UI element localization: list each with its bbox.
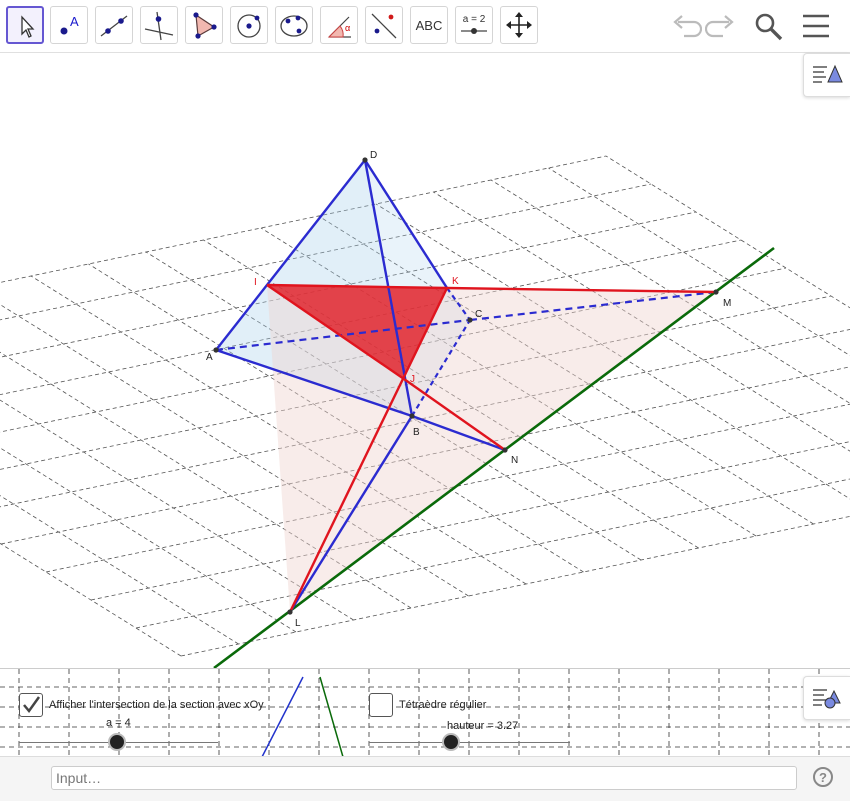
- point-d[interactable]: [362, 157, 367, 162]
- label-n: N: [511, 455, 518, 466]
- point-tool-label: A: [70, 14, 79, 29]
- grid-line: [0, 348, 181, 656]
- line-through-points-icon: [96, 7, 132, 43]
- graphics-2d-view[interactable]: Afficher l'intersection de la section av…: [0, 668, 850, 757]
- intersection-checkbox[interactable]: [19, 693, 43, 717]
- algebra-input-bar: [0, 756, 850, 801]
- line-tool-button[interactable]: [95, 6, 133, 44]
- move-tool-button[interactable]: [6, 6, 44, 44]
- slider-a-knob[interactable]: [108, 733, 126, 751]
- conic-tool-button[interactable]: [275, 6, 313, 44]
- 2d-background: [0, 669, 850, 757]
- label-k: K: [452, 276, 459, 287]
- 2d-line-green: [320, 677, 343, 757]
- ellipse-icon: [276, 7, 312, 43]
- section-plane: [267, 285, 716, 612]
- slider-a-label: a = 4: [106, 717, 131, 729]
- 3d-scene: A B C D I J K L M N: [0, 53, 850, 668]
- 2d-line-blue: [262, 677, 303, 757]
- label-l: L: [295, 618, 301, 629]
- style-bar-3d-icon: [804, 54, 850, 96]
- 2d-view-style-bar-toggle[interactable]: [803, 676, 850, 720]
- redo-icon[interactable]: [705, 10, 737, 42]
- point-m[interactable]: [713, 289, 718, 294]
- 3d-view-style-bar-toggle[interactable]: [803, 53, 850, 97]
- slider-tool-label: a = 2: [463, 14, 486, 25]
- text-tool-button[interactable]: ABC: [410, 6, 448, 44]
- reflect-tool-button[interactable]: [365, 6, 403, 44]
- reflect-about-line-icon: [366, 7, 402, 43]
- point-l[interactable]: [287, 609, 292, 614]
- slider-hauteur-label: hauteur = 3.27: [447, 720, 518, 732]
- label-b: B: [413, 427, 420, 438]
- point-tool-button[interactable]: A: [50, 6, 88, 44]
- angle-tool-button[interactable]: α: [320, 6, 358, 44]
- regular-tetrahedron-label: Tétraèdre régulier: [399, 699, 486, 711]
- grid-line: [0, 336, 239, 644]
- help-icon[interactable]: ?: [813, 767, 833, 787]
- point-b[interactable]: [409, 413, 414, 418]
- undo-icon[interactable]: [670, 10, 702, 42]
- point-icon: A: [51, 7, 87, 43]
- polygon-tool-button[interactable]: [185, 6, 223, 44]
- move-view-tool-button[interactable]: [500, 6, 538, 44]
- checkmark-icon: [20, 694, 42, 716]
- label-i: I: [254, 277, 257, 288]
- text-icon: ABC: [411, 7, 447, 43]
- label-c: C: [475, 309, 482, 320]
- perpendicular-line-icon: [141, 7, 177, 43]
- grid-line: [0, 324, 296, 632]
- angle-icon: α: [321, 7, 357, 43]
- style-bar-2d-icon: [804, 677, 850, 719]
- graphics-3d-view[interactable]: A B C D I J K L M N: [0, 53, 850, 668]
- grid-line: [181, 464, 850, 656]
- cursor-arrow-icon: [8, 8, 44, 44]
- regular-tetrahedron-checkbox[interactable]: [369, 693, 393, 717]
- slider-icon: a = 2: [456, 7, 492, 43]
- label-j: J: [410, 374, 415, 385]
- angle-tool-label: α: [345, 23, 350, 33]
- circle-center-point-icon: [231, 7, 267, 43]
- slider-tool-button[interactable]: a = 2: [455, 6, 493, 44]
- perpendicular-line-tool-button[interactable]: [140, 6, 178, 44]
- point-a[interactable]: [213, 347, 218, 352]
- search-icon[interactable]: [752, 10, 784, 42]
- intersection-checkbox-label: Afficher l'intersection de la section av…: [49, 699, 264, 711]
- point-c[interactable]: [467, 317, 472, 322]
- toolbar: A α ABC a = 2: [0, 0, 850, 53]
- label-a: A: [206, 352, 213, 363]
- algebra-input-field[interactable]: [51, 766, 797, 790]
- menu-icon[interactable]: [800, 10, 832, 42]
- move-graphics-view-icon: [501, 7, 537, 43]
- slider-hauteur-track[interactable]: [369, 742, 570, 743]
- grid-line: [136, 436, 850, 628]
- label-d: D: [370, 150, 377, 161]
- circle-tool-button[interactable]: [230, 6, 268, 44]
- slider-hauteur-knob[interactable]: [442, 733, 460, 751]
- label-m: M: [723, 298, 731, 309]
- polygon-icon: [186, 7, 222, 43]
- point-n[interactable]: [502, 447, 507, 452]
